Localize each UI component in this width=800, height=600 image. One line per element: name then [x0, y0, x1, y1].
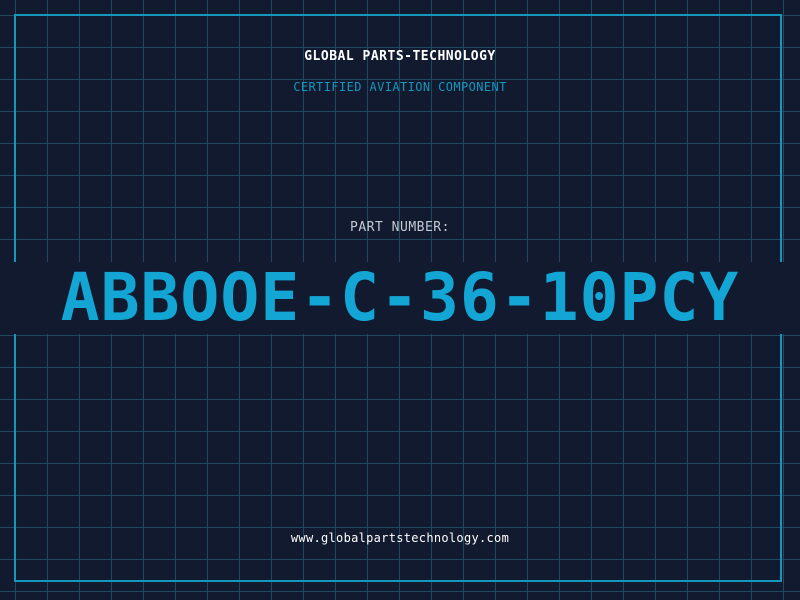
- website-link[interactable]: www.globalpartstechnology.com: [0, 531, 800, 545]
- certification-subtitle: CERTIFIED AVIATION COMPONENT: [293, 80, 507, 94]
- part-label-card: GLOBAL PARTS-TECHNOLOGY CERTIFIED AVIATI…: [0, 0, 800, 600]
- part-number-value: ABBOOE-C-36-10PCY: [60, 259, 740, 336]
- part-number-label: PART NUMBER:: [350, 220, 450, 235]
- company-name: GLOBAL PARTS-TECHNOLOGY: [304, 49, 496, 64]
